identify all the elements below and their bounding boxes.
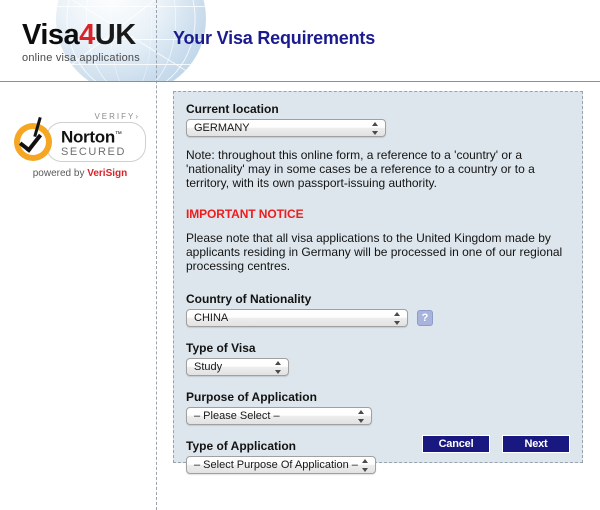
current-location-label: Current location [186, 102, 279, 116]
type-of-visa-value: Study [194, 361, 223, 373]
logo-text-uk: UK [94, 19, 136, 51]
type-of-application-select[interactable]: – Select Purpose Of Application – [186, 456, 376, 474]
current-location-select[interactable]: GERMANY [186, 119, 386, 137]
purpose-of-application-group: Purpose of Application – Please Select – [186, 390, 570, 425]
help-question-icon[interactable]: ? [417, 310, 433, 326]
chevron-updown-icon [275, 361, 282, 374]
logo-text-visa: Visa [22, 19, 80, 51]
country-of-nationality-row: CHINA ? [186, 309, 570, 327]
logo-wordmark: Visa4UK [22, 20, 140, 50]
country-of-nationality-group: Country of Nationality CHINA ? [186, 292, 570, 327]
current-location-value: GERMANY [194, 122, 250, 134]
form-button-row: Cancel Next [422, 435, 570, 453]
next-button[interactable]: Next [502, 435, 570, 453]
header-divider [0, 81, 600, 82]
norton-pill: Norton™ SECURED [46, 122, 146, 162]
page-header: Visa4UK online visa applications Your Vi… [0, 0, 600, 82]
visa4uk-logo[interactable]: Visa4UK online visa applications [22, 20, 140, 64]
norton-text: Norton [61, 127, 115, 147]
norton-wordmark: Norton™ [61, 126, 137, 146]
powered-by-line: powered by VeriSign [14, 168, 146, 179]
norton-checkmark-icon [14, 116, 52, 161]
important-notice-body: Please note that all visa applications t… [186, 231, 563, 273]
type-of-visa-select[interactable]: Study [186, 358, 289, 376]
chevron-updown-icon [372, 122, 379, 135]
country-of-nationality-value: CHINA [194, 312, 229, 324]
page-title: Your Visa Requirements [173, 28, 376, 48]
chevron-updown-icon [394, 312, 401, 325]
purpose-of-application-label: Purpose of Application [186, 390, 317, 404]
type-of-application-value: – Select Purpose Of Application – [194, 459, 358, 471]
norton-badge-row: Norton™ SECURED [14, 116, 146, 162]
type-of-visa-label: Type of Visa [186, 341, 256, 355]
norton-secured-badge[interactable]: VERIFY› Norton™ SECURED powered by VeriS… [14, 112, 146, 179]
vertical-divider [156, 0, 157, 510]
chevron-updown-icon [362, 459, 369, 472]
verisign-brand: VeriSign [87, 167, 128, 179]
form-note-text: Note: throughout this online form, a ref… [186, 148, 535, 190]
powered-by-prefix: powered by [32, 167, 88, 179]
logo-tagline: online visa applications [22, 52, 140, 64]
chevron-updown-icon [358, 410, 365, 423]
logo-text-four: 4 [79, 19, 95, 51]
verify-label: VERIFY› [94, 112, 140, 121]
current-location-group: Current location GERMANY [186, 102, 570, 137]
trademark-symbol: ™ [114, 131, 122, 138]
country-of-nationality-select[interactable]: CHINA [186, 309, 408, 327]
secured-text: SECURED [61, 145, 126, 158]
type-of-visa-group: Type of Visa Study [186, 341, 570, 376]
purpose-of-application-value: – Please Select – [194, 410, 280, 422]
visa-requirements-form-panel: Current location GERMANY Note: throughou… [173, 91, 583, 474]
important-notice-title: IMPORTANT NOTICE [186, 207, 304, 221]
cancel-button[interactable]: Cancel [422, 435, 490, 453]
country-of-nationality-label: Country of Nationality [186, 292, 312, 306]
purpose-of-application-select[interactable]: – Please Select – [186, 407, 372, 425]
